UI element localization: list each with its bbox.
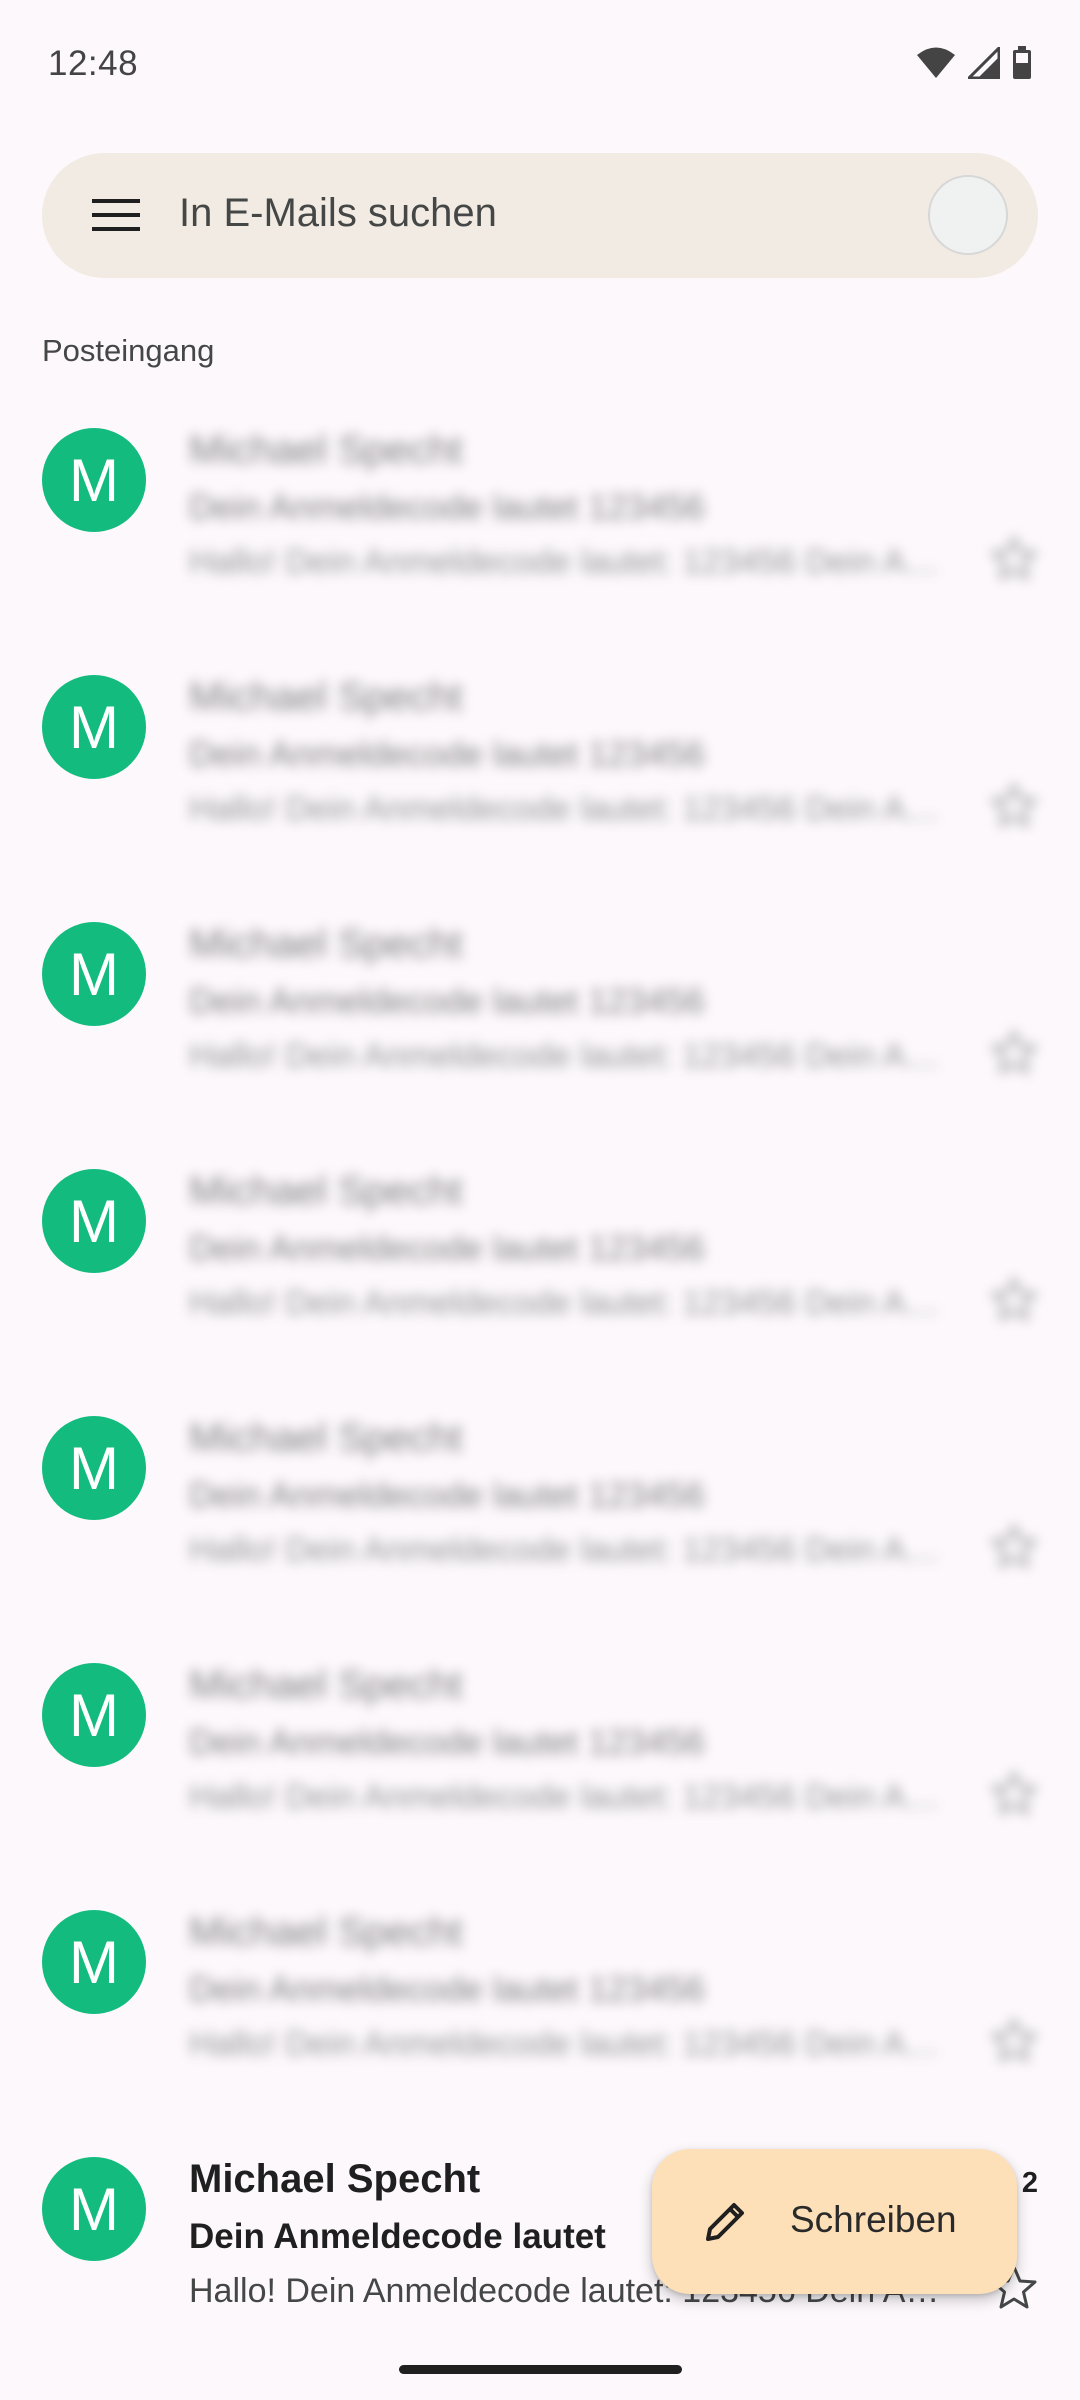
- mail-row[interactable]: M Michael Specht Dein Anmeldecode lautet 1…: [0, 1386, 1080, 1633]
- search-bar[interactable]: In E-Mails suchen: [42, 153, 1038, 278]
- mail-subject: Dein Anmeldecode lautet 123456: [189, 1476, 705, 1515]
- mail-row[interactable]: M Michael Specht Dein Anmeldecode lautet 1…: [0, 645, 1080, 892]
- mail-sender: Michael Specht: [189, 2157, 481, 2201]
- mail-subject: Dein Anmeldecode lautet 123456: [189, 735, 705, 774]
- star-icon[interactable]: [988, 1768, 1040, 1820]
- mail-content: Michael Specht Dein Anmeldecode lautet 12…: [0, 398, 1080, 645]
- menu-icon[interactable]: [92, 195, 140, 235]
- star-icon[interactable]: [988, 1521, 1040, 1573]
- mail-preview: Hallo! Dein Anmeldecode lautet: 123456 D…: [189, 1037, 949, 1075]
- status-icons: [916, 46, 1032, 80]
- mail-sender: Michael Specht: [189, 922, 463, 966]
- mail-sender: Michael Specht: [189, 428, 463, 472]
- mail-preview: Hallo! Dein Anmeldecode lautet: 123456 D…: [189, 2025, 949, 2063]
- mail-content: Michael Specht Dein Anmeldecode lautet 12…: [0, 645, 1080, 892]
- star-icon[interactable]: [988, 780, 1040, 832]
- mail-preview: Hallo! Dein Anmeldecode lautet: 123456 D…: [189, 1531, 949, 1569]
- mail-sender: Michael Specht: [189, 675, 463, 719]
- account-avatar[interactable]: [928, 175, 1008, 255]
- pencil-icon: [706, 2203, 744, 2241]
- mail-sender: Michael Specht: [189, 1663, 463, 1707]
- mail-subject: Dein Anmeldecode lautet 123456: [189, 488, 705, 527]
- mail-content: Michael Specht Dein Anmeldecode lautet 12…: [0, 1633, 1080, 1880]
- status-time: 12:48: [48, 44, 139, 83]
- mail-content: Michael Specht Dein Anmeldecode lautet 12…: [0, 1880, 1080, 2127]
- mail-subject: Dein Anmeldecode lautet 123456: [189, 1229, 705, 1268]
- mail-subject: Dein Anmeldecode lautet: [189, 2217, 606, 2256]
- mail-preview: Hallo! Dein Anmeldecode lautet: 123456 D…: [189, 790, 949, 828]
- cell-signal-icon: [968, 47, 1000, 79]
- mail-sender: Michael Specht: [189, 1169, 463, 1213]
- mail-subject: Dein Anmeldecode lautet 123456: [189, 982, 705, 1021]
- mail-list: M Michael Specht Dein Anmeldecode lautet 1…: [0, 398, 1080, 2374]
- star-icon[interactable]: [988, 1027, 1040, 1079]
- mail-content: Michael Specht Dein Anmeldecode lautet 12…: [0, 892, 1080, 1139]
- star-icon[interactable]: [988, 533, 1040, 585]
- gesture-handle[interactable]: [399, 2365, 682, 2374]
- mail-preview: Hallo! Dein Anmeldecode lautet: 123456 D…: [189, 1284, 949, 1322]
- mailbox-label: Posteingang: [42, 333, 215, 368]
- mail-sender: Michael Specht: [189, 1416, 463, 1460]
- star-icon[interactable]: [988, 1274, 1040, 1326]
- compose-button[interactable]: Schreiben: [652, 2149, 1017, 2294]
- status-bar: 12:48: [0, 0, 1080, 132]
- mail-row[interactable]: M Michael Specht Dein Anmeldecode lautet 1…: [0, 1139, 1080, 1386]
- battery-icon: [1013, 46, 1031, 79]
- compose-label: Schreiben: [790, 2199, 957, 2240]
- mail-sender: Michael Specht: [189, 1910, 463, 1954]
- mail-row[interactable]: M Michael Specht Dein Anmeldecode lautet 1…: [0, 892, 1080, 1139]
- mail-preview: Hallo! Dein Anmeldecode lautet: 123456 D…: [189, 1778, 949, 1816]
- mail-row[interactable]: M Michael Specht Dein Anmeldecode lautet 1…: [0, 1880, 1080, 2127]
- star-icon[interactable]: [988, 2015, 1040, 2067]
- wifi-icon: [917, 47, 955, 78]
- mail-content: Michael Specht Dein Anmeldecode lautet 12…: [0, 1386, 1080, 1633]
- mail-content: Michael Specht Dein Anmeldecode lautet 12…: [0, 1139, 1080, 1386]
- mail-row[interactable]: M Michael Specht Dein Anmeldecode lautet 1…: [0, 1633, 1080, 1880]
- mail-subject: Dein Anmeldecode lautet 123456: [189, 1970, 705, 2009]
- mail-row[interactable]: M Michael Specht Dein Anmeldecode lautet 1…: [0, 398, 1080, 645]
- search-input[interactable]: In E-Mails suchen: [179, 191, 497, 236]
- mail-subject: Dein Anmeldecode lautet 123456: [189, 1723, 705, 1762]
- mail-preview: Hallo! Dein Anmeldecode lautet: 123456 D…: [189, 543, 949, 581]
- mail-date: 2: [1021, 2167, 1038, 2199]
